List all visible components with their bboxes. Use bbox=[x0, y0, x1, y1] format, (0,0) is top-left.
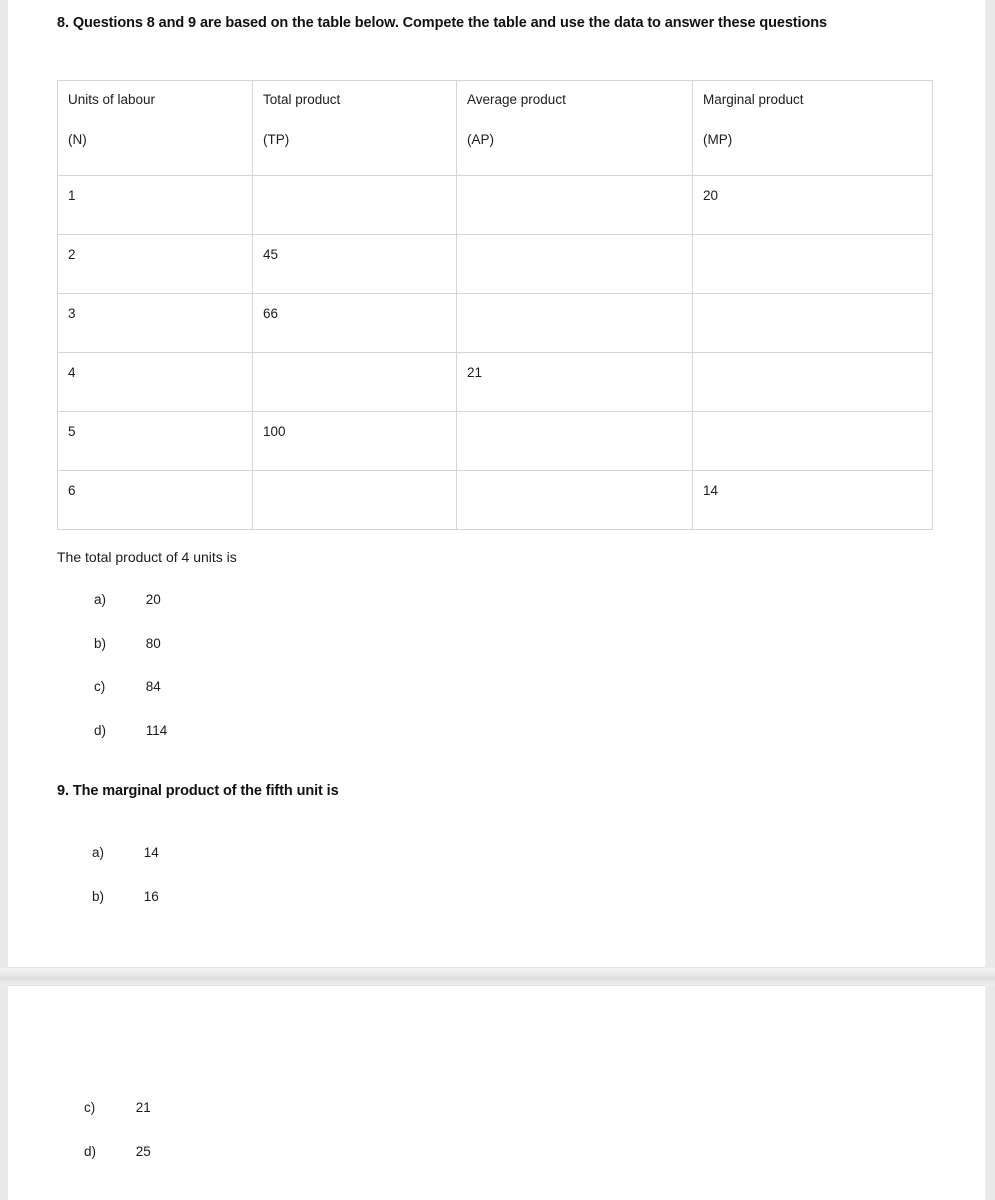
option-c[interactable]: c) 84 bbox=[94, 679, 167, 723]
option-value: 20 bbox=[145, 592, 161, 607]
cell-average-product: 21 bbox=[456, 352, 693, 412]
option-letter: c) bbox=[94, 679, 106, 694]
document-viewport: 8. Questions 8 and 9 are based on the ta… bbox=[0, 0, 995, 1200]
cell-average-product bbox=[456, 470, 693, 530]
cell-total-product bbox=[252, 470, 457, 530]
document-page-1: 8. Questions 8 and 9 are based on the ta… bbox=[8, 0, 985, 968]
column-header-units-of-labour: Units of labour (N) bbox=[57, 80, 253, 176]
cell-average-product bbox=[456, 234, 693, 294]
column-header-abbr: (TP) bbox=[263, 131, 290, 147]
question-8-heading: 8. Questions 8 and 9 are based on the ta… bbox=[57, 15, 827, 31]
table-row: 6 14 bbox=[57, 470, 933, 530]
option-value: 84 bbox=[145, 679, 161, 694]
option-value: 80 bbox=[145, 635, 161, 651]
table-row: 4 21 bbox=[57, 352, 933, 412]
option-a[interactable]: a) 14 bbox=[92, 845, 159, 889]
table-header-row: Units of labour (N) Total product (TP) A… bbox=[57, 80, 933, 176]
option-letter: b) bbox=[92, 889, 105, 904]
page-2-content bbox=[8, 986, 985, 1200]
cell-average-product bbox=[456, 411, 693, 471]
cell-marginal-product: 14 bbox=[692, 470, 933, 530]
option-value: 14 bbox=[143, 845, 159, 860]
column-header-abbr: (AP) bbox=[467, 131, 494, 147]
column-header-abbr: (MP) bbox=[703, 131, 733, 147]
question-9-options: a) 14 b) 16 bbox=[92, 845, 159, 933]
cell-total-product bbox=[252, 352, 457, 412]
question-8-options: a) 20 b) 80 c) 84 d) 114 bbox=[94, 592, 167, 766]
option-d[interactable]: d) 114 bbox=[94, 723, 167, 767]
cell-units: 6 bbox=[57, 470, 253, 530]
option-letter: a) bbox=[94, 592, 107, 607]
option-value: 16 bbox=[143, 889, 159, 904]
table-row: 2 45 bbox=[57, 234, 933, 294]
column-header-title: Marginal product bbox=[703, 92, 804, 107]
cell-units: 1 bbox=[57, 175, 253, 235]
column-header-average-product: Average product (AP) bbox=[456, 80, 693, 176]
cell-marginal-product bbox=[692, 411, 933, 471]
option-b[interactable]: b) 16 bbox=[92, 889, 159, 933]
option-value: 25 bbox=[135, 1144, 151, 1159]
column-header-title: Total product bbox=[263, 92, 341, 107]
production-data-table: Units of labour (N) Total product (TP) A… bbox=[57, 80, 933, 530]
cell-total-product bbox=[252, 175, 457, 235]
option-letter: c) bbox=[84, 1100, 96, 1115]
cell-total-product: 100 bbox=[252, 411, 457, 471]
option-b[interactable]: b) 80 bbox=[94, 636, 167, 680]
cell-marginal-product bbox=[692, 352, 933, 412]
column-header-title: Units of labour bbox=[68, 92, 156, 107]
cell-units: 5 bbox=[57, 411, 253, 471]
document-page-2 bbox=[8, 985, 985, 1200]
cell-total-product: 45 bbox=[252, 234, 457, 294]
table-row: 1 20 bbox=[57, 175, 933, 235]
cell-units: 2 bbox=[57, 234, 253, 294]
cell-marginal-product bbox=[692, 293, 933, 353]
column-header-abbr: (N) bbox=[68, 131, 87, 147]
option-value: 21 bbox=[135, 1100, 151, 1115]
option-letter: d) bbox=[84, 1144, 97, 1159]
option-letter: a) bbox=[92, 845, 105, 860]
option-a[interactable]: a) 20 bbox=[94, 592, 167, 636]
question-8-prompt: The total product of 4 units is bbox=[57, 549, 237, 565]
cell-marginal-product: 20 bbox=[692, 175, 933, 235]
column-header-total-product: Total product (TP) bbox=[252, 80, 457, 176]
cell-total-product: 66 bbox=[252, 293, 457, 353]
option-value: 114 bbox=[145, 722, 168, 738]
option-letter: b) bbox=[94, 635, 107, 651]
table-body: 1 20 2 45 3 66 4 21 5 100 6 14 bbox=[57, 175, 933, 530]
column-header-marginal-product: Marginal product (MP) bbox=[692, 80, 933, 176]
option-c[interactable]: c) 21 bbox=[84, 1100, 151, 1144]
table-row: 5 100 bbox=[57, 411, 933, 471]
page-break-separator bbox=[0, 968, 995, 985]
table-row: 3 66 bbox=[57, 293, 933, 353]
option-letter: d) bbox=[94, 722, 107, 738]
cell-units: 4 bbox=[57, 352, 253, 412]
cell-average-product bbox=[456, 293, 693, 353]
question-9-heading: 9. The marginal product of the fifth uni… bbox=[57, 783, 339, 799]
option-d[interactable]: d) 25 bbox=[84, 1144, 151, 1188]
page-1-content: 8. Questions 8 and 9 are based on the ta… bbox=[8, 0, 985, 967]
question-9-options-continued: c) 21 d) 25 bbox=[84, 1100, 151, 1188]
cell-units: 3 bbox=[57, 293, 253, 353]
cell-average-product bbox=[456, 175, 693, 235]
cell-marginal-product bbox=[692, 234, 933, 294]
column-header-title: Average product bbox=[467, 92, 566, 107]
